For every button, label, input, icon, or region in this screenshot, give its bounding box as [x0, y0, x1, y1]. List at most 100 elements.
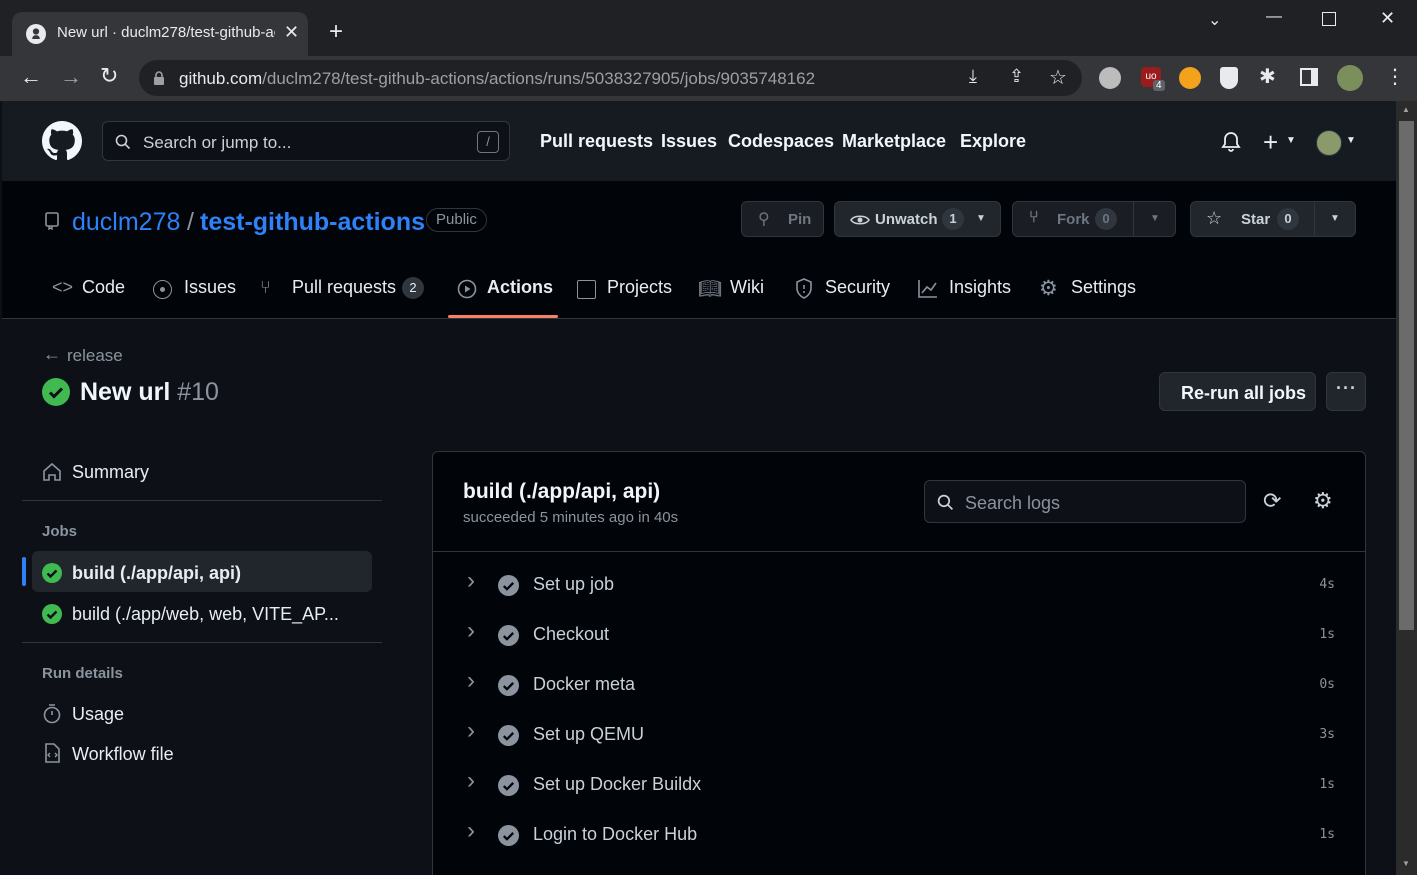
job-step-row[interactable]: › Set up QEMU 3s	[433, 711, 1365, 761]
create-dropdown-caret-icon[interactable]: ▼	[1286, 135, 1296, 146]
extension-shield-icon[interactable]	[1220, 67, 1238, 89]
job-success-check-icon	[42, 604, 62, 624]
fork-split-divider	[1133, 202, 1134, 236]
header-nav-explore[interactable]: Explore	[960, 131, 1026, 152]
bookmark-star-icon[interactable]: ☆	[1049, 65, 1067, 90]
back-arrow-icon[interactable]: ←	[43, 344, 61, 365]
forward-icon[interactable]: →	[60, 64, 82, 90]
tab-settings[interactable]: Settings	[1071, 277, 1136, 298]
global-search-input[interactable]: Search or jump to... /	[102, 121, 510, 161]
summary-home-icon	[43, 462, 61, 481]
fork-count: 0	[1095, 208, 1117, 230]
pull-requests-count: 2	[402, 277, 424, 299]
code-icon: <>	[52, 277, 74, 297]
create-new-plus-icon[interactable]: +	[1263, 127, 1278, 158]
extension-cookie-icon[interactable]	[1179, 67, 1201, 89]
log-search-input[interactable]: Search logs	[924, 480, 1246, 523]
star-icon: ☆	[1206, 208, 1223, 228]
tab-wiki[interactable]: Wiki	[730, 277, 764, 298]
repo-icon	[45, 212, 59, 230]
star-split-divider	[1314, 202, 1315, 236]
tab-issues[interactable]: Issues	[184, 277, 236, 298]
watch-dropdown-caret-icon[interactable]: ▼	[976, 213, 986, 224]
chevron-right-icon[interactable]: ›	[467, 567, 475, 595]
log-settings-gear-icon[interactable]: ⚙	[1313, 488, 1333, 514]
chevron-right-icon[interactable]: ›	[467, 617, 475, 645]
tab-search-icon[interactable]: ⌄	[1208, 10, 1221, 30]
reload-icon[interactable]: ↻	[100, 63, 118, 89]
job-status-meta: succeeded 5 minutes ago in 40s	[463, 509, 679, 526]
chevron-right-icon[interactable]: ›	[467, 817, 475, 845]
user-menu-caret-icon[interactable]: ▼	[1346, 135, 1356, 146]
browser-menu-icon[interactable]: ⋮	[1385, 64, 1405, 89]
star-button[interactable]: ☆ Star 0 ▼	[1190, 201, 1356, 237]
header-nav-codespaces[interactable]: Codespaces	[728, 131, 834, 152]
install-icon[interactable]: ⤓	[969, 66, 977, 87]
back-icon[interactable]: ←	[20, 64, 42, 90]
header-nav-pull-requests[interactable]: Pull requests	[540, 131, 653, 152]
rerun-all-jobs-label: Re-run all jobs	[1181, 383, 1307, 403]
browser-tab[interactable]: New url · duclm278/test-github-actions ✕	[12, 12, 308, 56]
sidebar-job-label[interactable]: build (./app/api, api)	[72, 563, 241, 584]
chevron-right-icon[interactable]: ›	[467, 667, 475, 695]
step-name: Set up QEMU	[533, 724, 645, 744]
maximize-icon[interactable]	[1322, 12, 1336, 26]
rerun-all-jobs-button[interactable]: Re-run all jobs	[1159, 372, 1316, 411]
window-close-icon[interactable]: ✕	[1380, 8, 1395, 29]
run-more-options-button[interactable]: ···	[1326, 372, 1366, 411]
pin-button[interactable]: ⚲ Pin	[741, 201, 824, 237]
fork-button[interactable]: ⑂ Fork 0 ▼	[1012, 201, 1176, 237]
sidebar-job-label[interactable]: build (./app/web, web, VITE_AP...	[72, 604, 339, 625]
scroll-down-arrow-icon[interactable]: ▼	[1402, 859, 1410, 868]
job-step-row[interactable]: › Checkout 1s	[433, 611, 1365, 661]
address-bar[interactable]: github.com/duclm278/test-github-actions/…	[139, 60, 1082, 96]
tab-security[interactable]: Security	[825, 277, 890, 298]
job-step-row[interactable]: › Set up job 4s	[433, 561, 1365, 611]
job-step-row[interactable]: › Docker meta 0s	[433, 661, 1365, 711]
step-duration: 4s	[1319, 577, 1335, 592]
refresh-logs-icon[interactable]: ⟳	[1263, 488, 1281, 514]
chevron-right-icon[interactable]: ›	[467, 717, 475, 745]
scroll-up-arrow-icon[interactable]: ▲	[1402, 105, 1410, 114]
notifications-bell-icon[interactable]	[1221, 131, 1241, 153]
header-nav-marketplace[interactable]: Marketplace	[842, 131, 946, 152]
workflow-back-link[interactable]: release	[67, 346, 123, 366]
job-step-row[interactable]: › Set up Docker Buildx 1s	[433, 761, 1365, 811]
fork-label: Fork	[1057, 211, 1090, 228]
tab-insights[interactable]: Insights	[949, 277, 1011, 298]
tab-projects[interactable]: Projects	[607, 277, 672, 298]
extension-owl-icon[interactable]	[1099, 67, 1121, 89]
star-label: Star	[1241, 211, 1271, 228]
github-logo-icon[interactable]	[42, 121, 82, 161]
search-placeholder: Search or jump to...	[143, 133, 292, 152]
issues-icon-dot	[160, 287, 165, 292]
user-avatar[interactable]	[1316, 130, 1342, 156]
sidebar-usage[interactable]: Usage	[72, 704, 124, 725]
star-dropdown-caret-icon[interactable]: ▼	[1330, 213, 1340, 224]
sidebar-jobs-heading: Jobs	[42, 523, 78, 540]
side-panel-icon[interactable]	[1300, 68, 1318, 86]
sidebar-workflow-file[interactable]: Workflow file	[72, 744, 174, 765]
tab-close-icon[interactable]: ✕	[284, 22, 299, 43]
new-tab-icon[interactable]: +	[329, 18, 343, 46]
fork-dropdown-caret-icon[interactable]: ▼	[1150, 213, 1160, 224]
unwatch-button[interactable]: Unwatch 1 ▼	[834, 201, 1001, 237]
header-nav-issues[interactable]: Issues	[661, 131, 717, 152]
minimize-icon[interactable]: —	[1266, 8, 1282, 26]
scrollbar-thumb[interactable]	[1399, 121, 1414, 630]
repo-owner-link[interactable]: duclm278	[72, 208, 180, 237]
sidebar-summary[interactable]: Summary	[72, 462, 149, 483]
extensions-puzzle-icon[interactable]: ✱	[1259, 64, 1276, 89]
share-icon[interactable]: ⇪	[1009, 66, 1024, 87]
job-step-row[interactable]: › Login to Docker Hub 1s	[433, 811, 1365, 861]
tab-pull-requests[interactable]: Pull requests	[292, 277, 396, 298]
tab-actions[interactable]: Actions	[487, 277, 553, 298]
repo-name-link[interactable]: test-github-actions	[200, 208, 425, 237]
ublock-badge: 4	[1153, 80, 1165, 91]
tab-code[interactable]: Code	[82, 277, 125, 298]
page-scrollbar[interactable]: ▲ ▼	[1396, 101, 1417, 875]
profile-avatar[interactable]	[1337, 65, 1363, 91]
chevron-right-icon[interactable]: ›	[467, 767, 475, 795]
sidebar-run-details-heading: Run details	[42, 665, 123, 682]
watch-count: 1	[942, 208, 964, 230]
